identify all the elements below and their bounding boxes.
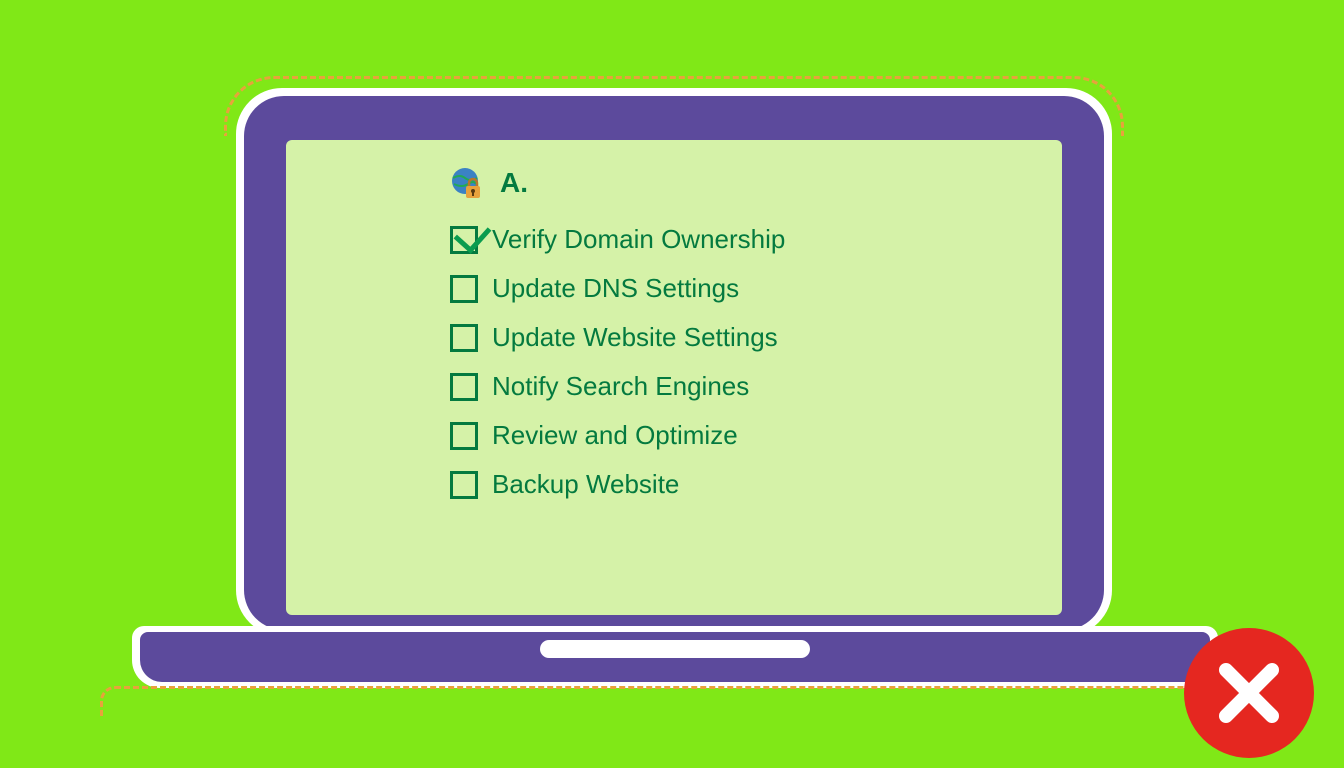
checklist-item: Review and Optimize xyxy=(450,420,1010,451)
laptop-trackpad xyxy=(540,640,810,658)
error-badge xyxy=(1184,628,1314,758)
checklist-item: Backup Website xyxy=(450,469,1010,500)
checkbox-icon xyxy=(450,422,478,450)
checkbox-icon xyxy=(450,275,478,303)
checkbox-icon xyxy=(450,373,478,401)
checklist-heading: A. xyxy=(500,167,528,199)
checklist-item-label: Backup Website xyxy=(492,469,679,500)
checklist-item: Verify Domain Ownership xyxy=(450,224,1010,255)
checkbox-checked-icon xyxy=(450,226,478,254)
checkbox-icon xyxy=(450,471,478,499)
dashed-border-bottom xyxy=(100,686,1250,716)
checklist-item-label: Notify Search Engines xyxy=(492,371,749,402)
checklist-item: Notify Search Engines xyxy=(450,371,1010,402)
checklist-content: A. Verify Domain Ownership Update DNS Se… xyxy=(450,166,1010,518)
checklist-item-label: Review and Optimize xyxy=(492,420,738,451)
checklist-item-label: Update Website Settings xyxy=(492,322,778,353)
checklist-item-label: Update DNS Settings xyxy=(492,273,739,304)
checklist-item: Update Website Settings xyxy=(450,322,1010,353)
checklist-item-label: Verify Domain Ownership xyxy=(492,224,785,255)
checkbox-icon xyxy=(450,324,478,352)
checklist-header: A. xyxy=(450,166,1010,200)
checklist-item: Update DNS Settings xyxy=(450,273,1010,304)
globe-lock-icon xyxy=(450,166,484,200)
x-icon xyxy=(1214,658,1284,728)
